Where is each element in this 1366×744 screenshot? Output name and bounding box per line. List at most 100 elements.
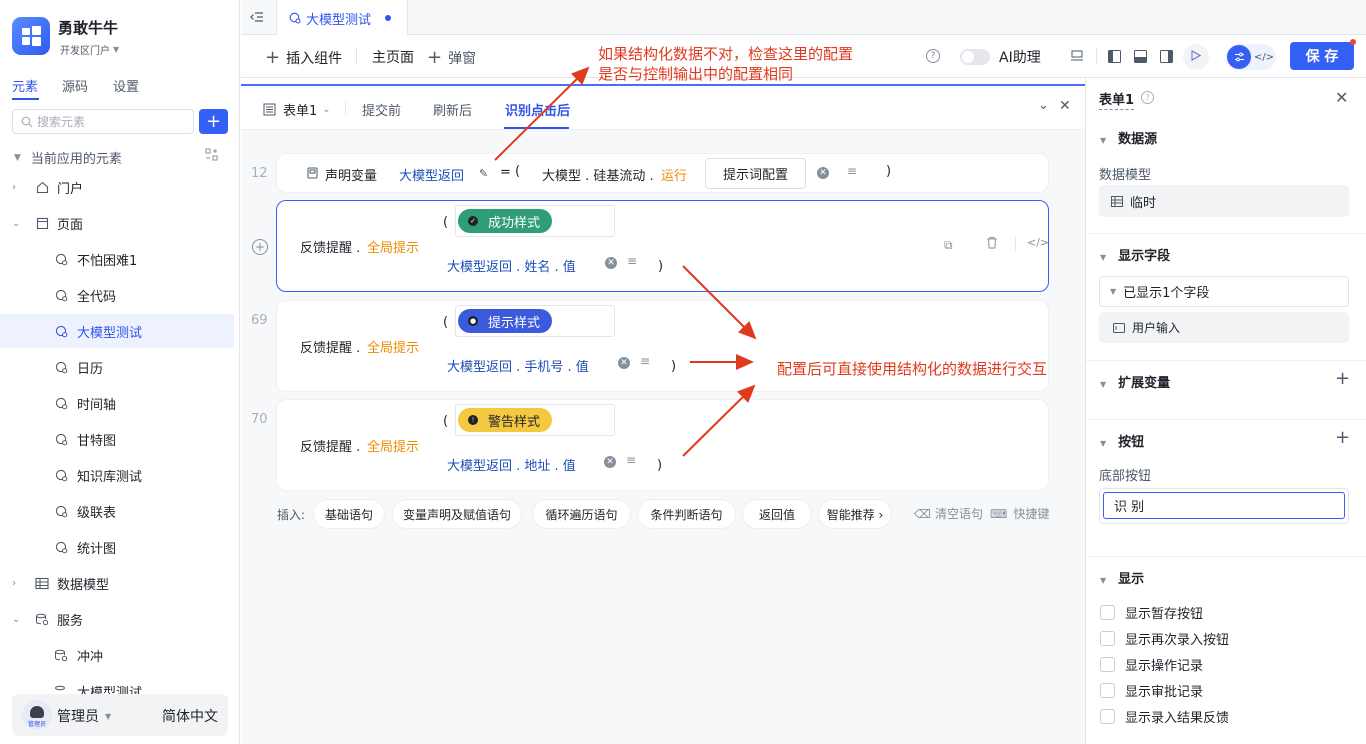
llm-source[interactable]: 大模型 . 硅基流动 . xyxy=(542,165,654,184)
chevron-down-icon[interactable]: ⌄ xyxy=(1038,98,1049,113)
feedback-mode[interactable]: 全局提示 xyxy=(367,237,419,256)
code-icon[interactable]: </> xyxy=(1027,236,1049,249)
display-option[interactable]: 显示操作记录 xyxy=(1100,655,1203,674)
insert-chip[interactable]: 基础语句 xyxy=(313,499,385,529)
declare-statement[interactable]: 声明变量 大模型返回 ✎ = ( 大模型 . 硅基流动 . 运行 提示词配置 ✕… xyxy=(276,153,1049,193)
display-option[interactable]: 显示再次录入按钮 xyxy=(1100,629,1229,648)
tree-item-services[interactable]: ⌄ 服务 xyxy=(0,602,234,636)
feedback-prefix[interactable]: 反馈提醒 . xyxy=(300,337,360,356)
style-pill[interactable]: ● 提示样式 xyxy=(458,309,553,333)
section-ext-vars[interactable]: ▼ 扩展变量 xyxy=(1100,372,1170,391)
panel-title[interactable]: 表单1 xyxy=(1099,89,1135,110)
portal-switcher[interactable]: 开发区门户 ▼ xyxy=(60,42,119,57)
user-menu[interactable]: 管理员 ▼ xyxy=(57,706,111,726)
tree-item-portal[interactable]: › 门户 xyxy=(0,170,234,204)
checkbox[interactable] xyxy=(1100,631,1115,646)
copy-icon[interactable]: ⧉ xyxy=(944,238,953,253)
data-model-select[interactable]: 临时 xyxy=(1099,185,1349,217)
field-expression[interactable]: 大模型返回 . 姓名 . 值 xyxy=(447,256,576,275)
settings-sliders-icon[interactable] xyxy=(1227,45,1251,69)
tree-item-page[interactable]: 大模型测试 xyxy=(0,314,234,348)
close-icon[interactable]: ✕ xyxy=(1059,98,1071,114)
layout-bottom-icon[interactable] xyxy=(1133,49,1147,63)
tree-item-service-llm[interactable]: 大模型测试 xyxy=(0,674,234,694)
tree-item-page[interactable]: 甘特图 xyxy=(0,422,234,456)
tab-elements[interactable]: 元素 xyxy=(12,76,38,95)
layout-right-icon[interactable] xyxy=(1159,49,1173,63)
tree-item-page[interactable]: 全代码 xyxy=(0,278,234,312)
style-pill[interactable]: ✓ 成功样式 xyxy=(458,209,553,233)
insert-chip[interactable]: 变量声明及赋值语句 xyxy=(392,499,522,529)
help-icon[interactable]: ? xyxy=(926,49,940,63)
checkbox[interactable] xyxy=(1100,683,1115,698)
tree-item-data-model[interactable]: › 数据模型 xyxy=(0,566,234,600)
feedback-mode[interactable]: 全局提示 xyxy=(367,436,419,455)
clear-icon[interactable]: ✕ xyxy=(817,167,829,179)
feedback-prefix[interactable]: 反馈提醒 . xyxy=(300,237,360,256)
bottom-button-input[interactable]: 识 别 xyxy=(1103,492,1345,519)
tree-item-service-chongchong[interactable]: 冲冲 xyxy=(0,638,234,672)
section-display-fields[interactable]: ▼ 显示字段 xyxy=(1100,245,1170,264)
tree-item-page[interactable]: 时间轴 xyxy=(0,386,234,420)
clear-statements-button[interactable]: ⌫ 清空语句 xyxy=(914,505,983,522)
tab-source[interactable]: 源码 xyxy=(62,76,88,95)
display-option[interactable]: 显示审批记录 xyxy=(1100,681,1203,700)
popup-button[interactable]: + 弹窗 xyxy=(427,47,476,68)
language-switch[interactable]: 简体中文 xyxy=(162,706,218,726)
help-icon[interactable]: ? xyxy=(1141,91,1154,104)
avatar[interactable]: 管理员 xyxy=(22,700,52,730)
save-button[interactable]: 保 存 xyxy=(1290,42,1354,70)
tree-item-page[interactable]: 统计图 xyxy=(0,530,234,564)
edit-icon[interactable]: ✎ xyxy=(479,167,488,180)
insert-chip[interactable]: 条件判断语句 xyxy=(637,499,736,529)
tab-after-recognize[interactable]: 识别点击后 xyxy=(505,100,570,119)
search-box[interactable]: 搜索元素 xyxy=(12,109,194,134)
close-icon[interactable]: ✕ xyxy=(1335,88,1348,107)
collapse-sidebar-icon[interactable] xyxy=(249,9,265,25)
fields-summary-select[interactable]: ▼ 已显示1个字段 xyxy=(1099,276,1349,307)
tab-before-submit[interactable]: 提交前 xyxy=(362,100,401,119)
view-mode-switch[interactable]: </> xyxy=(1226,44,1276,70)
prompt-config-button[interactable]: 提示词配置 xyxy=(705,158,806,189)
display-option[interactable]: 显示暂存按钮 xyxy=(1100,603,1203,622)
layout-grid-icon[interactable] xyxy=(205,148,218,161)
feedback-statement[interactable]: 反馈提醒 . 全局提示 (✓ 成功样式 大模型返回 . 姓名 . 值 ✕ ≡) ⧉ </> xyxy=(276,200,1049,292)
style-pill[interactable]: ! 警告样式 xyxy=(458,408,553,432)
feedback-statement[interactable]: 反馈提醒 . 全局提示 (! 警告样式 大模型返回 . 地址 . 值 ✕ ≡) xyxy=(276,399,1049,491)
tree-item-page[interactable]: 不怕困难1 xyxy=(0,242,234,276)
field-expression[interactable]: 大模型返回 . 地址 . 值 xyxy=(447,455,576,474)
tab-llm-test[interactable]: 大模型测试 xyxy=(276,0,408,36)
code-icon[interactable]: </> xyxy=(1253,45,1275,69)
form-selector[interactable]: 表单1 ⌄ xyxy=(263,100,331,119)
clear-icon[interactable]: ✕ xyxy=(618,357,630,369)
section-display[interactable]: ▼ 显示 xyxy=(1100,568,1144,587)
run-method[interactable]: 运行 xyxy=(661,165,687,184)
main-page-button[interactable]: 主页面 xyxy=(372,47,414,67)
format-icon[interactable]: ≡ xyxy=(847,164,857,178)
preview-button[interactable] xyxy=(1183,44,1209,70)
ai-toggle[interactable] xyxy=(960,49,990,65)
insert-chip[interactable]: 返回值 xyxy=(742,499,812,529)
checkbox[interactable] xyxy=(1100,657,1115,672)
field-expression[interactable]: 大模型返回 . 手机号 . 值 xyxy=(447,356,589,375)
clear-icon[interactable]: ✕ xyxy=(604,456,616,468)
add-line-icon[interactable]: + xyxy=(252,239,268,255)
add-element-button[interactable]: + xyxy=(199,109,228,134)
tab-settings[interactable]: 设置 xyxy=(113,76,139,95)
delete-icon[interactable] xyxy=(986,236,998,253)
section-datasource[interactable]: ▼ 数据源 xyxy=(1100,128,1157,147)
section-buttons[interactable]: ▼ 按钮 xyxy=(1100,431,1144,450)
format-icon[interactable]: ≡ xyxy=(640,354,650,368)
field-item[interactable]: 用户输入 xyxy=(1099,312,1349,343)
insert-chip[interactable]: 智能推荐 › xyxy=(818,499,892,529)
search-input[interactable]: 搜索元素 xyxy=(37,113,85,130)
tree-item-pages[interactable]: ⌄ 页面 xyxy=(0,206,234,240)
format-icon[interactable]: ≡ xyxy=(626,453,636,467)
feedback-mode[interactable]: 全局提示 xyxy=(367,337,419,356)
tree-item-page[interactable]: 级联表 xyxy=(0,494,234,528)
add-ext-var-button[interactable]: + xyxy=(1335,368,1350,389)
clear-icon[interactable]: ✕ xyxy=(605,257,617,269)
add-button-button[interactable]: + xyxy=(1335,427,1350,448)
section-current-elements[interactable]: ▼ 当前应用的元素 xyxy=(14,148,122,167)
display-option[interactable]: 显示录入结果反馈 xyxy=(1100,707,1229,726)
